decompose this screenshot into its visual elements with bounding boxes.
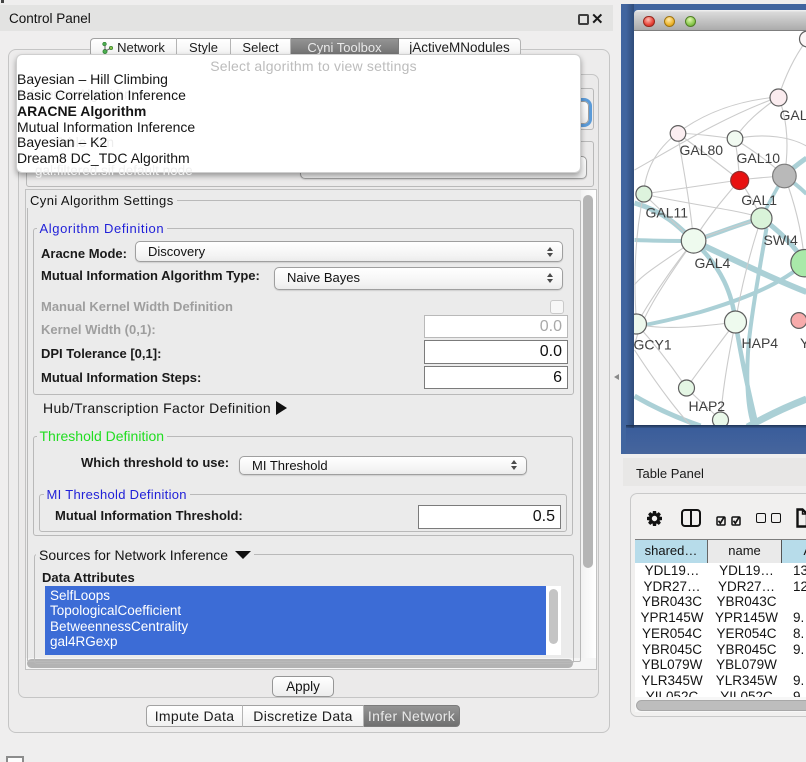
svg-text:GAL4: GAL4 [694,255,730,271]
svg-text:HAP4: HAP4 [741,335,778,351]
svg-text:GAL: GAL [779,107,806,123]
svg-text:GAL80: GAL80 [679,142,723,158]
svg-text:HAP2: HAP2 [688,398,725,414]
svg-text:GAL11: GAL11 [645,205,688,221]
svg-text:GAL10: GAL10 [736,150,780,166]
svg-text:Y: Y [800,335,806,351]
svg-text:SWI4: SWI4 [763,232,797,248]
svg-text:GCY1: GCY1 [634,337,672,353]
svg-text:GAL1: GAL1 [741,192,777,208]
